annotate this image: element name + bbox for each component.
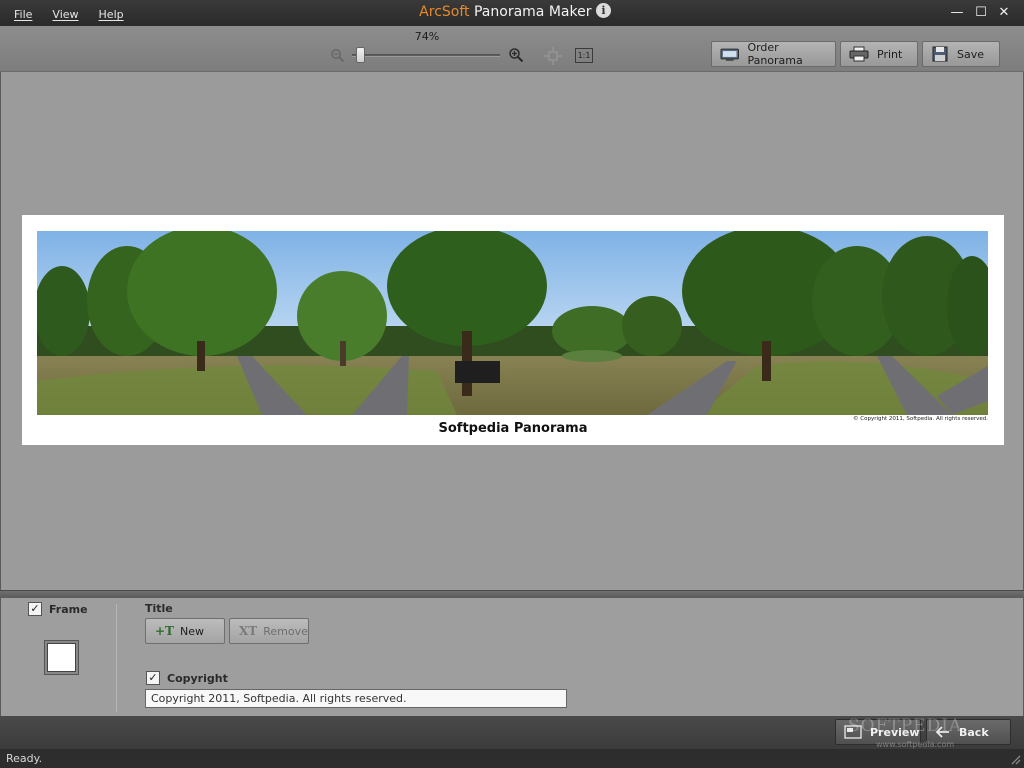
close-button[interactable]: ✕: [995, 4, 1013, 22]
remove-title-label: Remove: [263, 624, 308, 638]
maximize-button[interactable]: ☐: [972, 4, 990, 22]
toolbar: 74% 1:1 Order Panorama Print Save: [0, 26, 1024, 72]
order-panorama-button[interactable]: Order Panorama: [711, 41, 836, 67]
bottom-nav-bar: Preview Back SOFTPEDIA www.softpedia.com: [0, 716, 1024, 749]
zoom-out-icon[interactable]: [330, 48, 345, 63]
new-title-label: New: [179, 624, 204, 638]
minimize-button[interactable]: —: [948, 4, 966, 22]
save-button[interactable]: Save: [922, 41, 1000, 67]
info-icon[interactable]: i: [596, 3, 611, 18]
new-title-button[interactable]: +T New: [145, 618, 225, 644]
zoom-percent: 74%: [414, 30, 440, 43]
title-section-label: Title: [145, 602, 173, 615]
save-label: Save: [957, 47, 985, 61]
add-title-icon: +T: [155, 624, 174, 638]
title-bar: File View Help ArcSoft Panorama Maker 6 …: [0, 0, 1024, 26]
options-panel: ✓ Frame Title +T New XT Remove ✓ Copyrig…: [0, 598, 1024, 716]
remove-title-button[interactable]: XT Remove: [229, 618, 309, 644]
zoom-slider-handle[interactable]: [355, 47, 365, 63]
panel-divider: [116, 604, 117, 712]
panorama-frame: © Copyright 2011, Softpedia. All rights …: [22, 215, 1004, 445]
panorama-title[interactable]: Softpedia Panorama: [22, 421, 1004, 436]
print-button[interactable]: Print: [840, 41, 918, 67]
copyright-checkbox[interactable]: ✓: [146, 671, 160, 685]
watermark-logo: SOFTPEDIA: [848, 716, 963, 736]
panel-splitter[interactable]: [0, 590, 1024, 598]
zoom-in-icon[interactable]: [508, 47, 524, 63]
order-panorama-label: Order Panorama: [747, 41, 803, 67]
app-product: Panorama Maker 6: [473, 4, 605, 20]
preview-canvas[interactable]: © Copyright 2011, Softpedia. All rights …: [0, 72, 1024, 590]
back-label: Back: [959, 725, 989, 739]
actual-size-icon[interactable]: 1:1: [575, 48, 593, 63]
zoom-slider-track[interactable]: [352, 54, 500, 57]
floppy-disk-icon: [932, 46, 948, 62]
copyright-input[interactable]: [145, 689, 567, 708]
status-bar: Ready.: [0, 749, 1024, 768]
panorama-image: [37, 231, 988, 415]
app-title: ArcSoft Panorama Maker 6: [0, 4, 1024, 20]
frame-label: Frame: [49, 603, 88, 616]
print-label: Print: [877, 47, 903, 61]
app-brand: ArcSoft: [419, 4, 470, 20]
frame-color-swatch: [47, 643, 76, 672]
frame-color-picker[interactable]: [44, 640, 79, 675]
remove-title-icon: XT: [239, 624, 258, 638]
frame-checkbox[interactable]: ✓: [28, 602, 42, 616]
order-icon: [720, 48, 739, 61]
printer-icon: [849, 46, 869, 62]
status-text: Ready.: [6, 752, 43, 765]
fit-window-icon[interactable]: [544, 47, 562, 65]
resize-grip-icon[interactable]: [1009, 753, 1021, 765]
watermark-url: www.softpedia.com: [876, 740, 955, 749]
copyright-label: Copyright: [167, 672, 228, 685]
